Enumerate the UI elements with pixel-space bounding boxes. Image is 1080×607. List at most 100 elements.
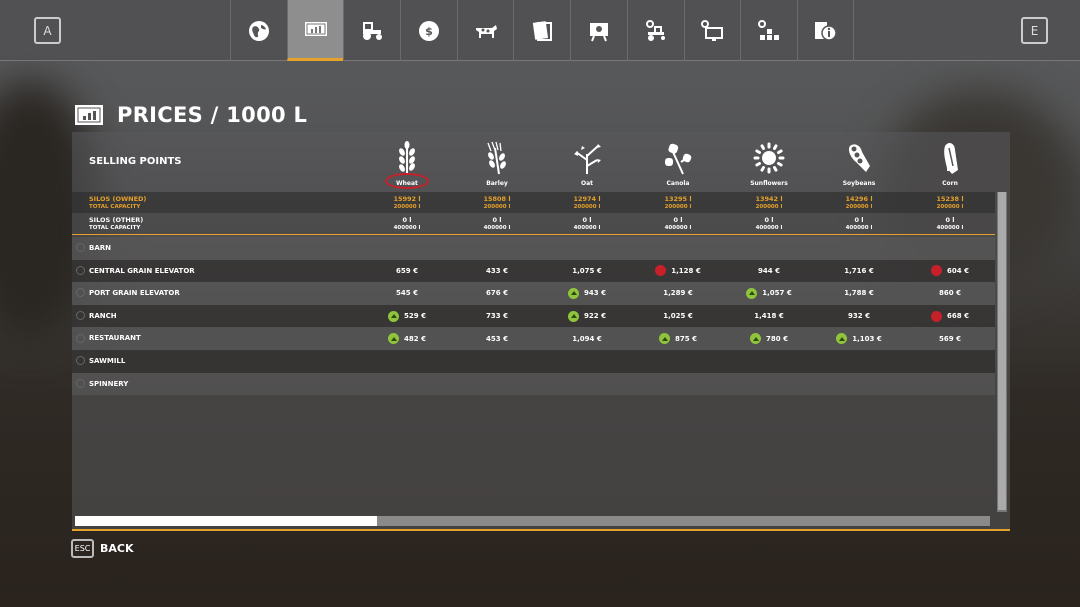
price-cell: 1,075 €: [542, 260, 632, 283]
tab-display-settings[interactable]: [683, 0, 741, 61]
selling-point-row[interactable]: PORT GRAIN ELEVATOR 545 € 676 € 943 € 1,289 …: [72, 282, 995, 305]
price-cell: 944 €: [724, 260, 814, 283]
selling-points-header: SELLING POINTS: [89, 156, 182, 167]
silo-label: SILOS (OWNED): [89, 195, 147, 203]
price-value: 569 €: [939, 334, 961, 343]
silo-amount: 0 l: [492, 216, 502, 224]
globe-icon: [248, 20, 269, 41]
price-cell: 1,025 €: [633, 305, 723, 328]
horizontal-scrollbar[interactable]: [75, 516, 990, 526]
price-value: 545 €: [396, 289, 418, 298]
silo-amount: 0 l: [402, 216, 412, 224]
price-value: 1,716 €: [844, 266, 874, 275]
trend-down-icon: [931, 265, 943, 277]
price-cell: 860 €: [905, 282, 995, 305]
tab-production[interactable]: [740, 0, 797, 61]
price-cell: 1,103 €: [814, 327, 904, 350]
expand-icon: [76, 378, 85, 388]
price-value: 932 €: [848, 312, 870, 321]
price-value: 676 €: [486, 289, 508, 298]
tab-contracts[interactable]: [513, 0, 570, 61]
tab-help-info[interactable]: [796, 0, 854, 61]
crop-name: Barley: [486, 180, 508, 187]
crop-column-corn[interactable]: Corn: [910, 140, 990, 187]
silo-amount: 15992 l: [393, 195, 421, 203]
selling-point-row[interactable]: CENTRAL GRAIN ELEVATOR 659 € 433 € 1,075 € 1…: [72, 259, 995, 283]
price-cell: 1,289 €: [633, 282, 723, 305]
silo-label: SILOS (OTHER): [89, 216, 144, 224]
price-value: 944 €: [758, 266, 780, 275]
capacity-label: TOTAL CAPACITY: [89, 225, 141, 231]
tab-tutorial-board[interactable]: [570, 0, 627, 61]
tab-vehicle-settings[interactable]: [626, 0, 684, 61]
silo-amount: 0 l: [764, 216, 774, 224]
price-cell: 453 €: [452, 327, 542, 350]
price-value: 659 €: [396, 266, 418, 275]
selling-point-row[interactable]: SAWMILL: [72, 350, 995, 373]
crop-column-barley[interactable]: Barley: [457, 140, 537, 187]
crop-column-wheat[interactable]: Wheat: [367, 140, 447, 189]
silo-capacity: 400000 l: [845, 225, 873, 231]
silo-amount: 0 l: [673, 216, 683, 224]
selling-point-row[interactable]: RANCH 529 € 733 € 922 € 1,025 € 1,418 € 932 € 6…: [72, 304, 995, 328]
price-cell: 1,788 €: [814, 282, 904, 305]
price-cell: 733 €: [452, 305, 542, 328]
price-value: 1,075 €: [572, 266, 602, 275]
price-cell: 932 €: [814, 305, 904, 328]
selling-point-name: CENTRAL GRAIN ELEVATOR: [89, 266, 195, 275]
tutorial-board-icon: [589, 22, 608, 41]
prices-table: SELLING POINTS Wheat Barley Oat Canola Sunfl…: [72, 132, 1010, 531]
price-value: 1,128 €: [671, 266, 701, 275]
price-value: 1,418 €: [754, 312, 784, 321]
tab-globe[interactable]: [230, 0, 287, 61]
price-cell: 668 €: [905, 305, 995, 328]
price-cell: 433 €: [452, 260, 542, 283]
price-cell: 943 €: [542, 282, 632, 305]
trend-up-icon: [659, 333, 671, 345]
selling-point-row[interactable]: SPINNERY: [72, 372, 995, 396]
price-value: 875 €: [675, 334, 697, 343]
tab-prices-chart[interactable]: [286, 0, 344, 61]
silo-capacity: 200000 l: [845, 204, 873, 210]
crop-column-sunflowers[interactable]: Sunflowers: [729, 140, 809, 187]
price-cell: 659 €: [362, 260, 452, 283]
next-tab-key[interactable]: E: [1021, 17, 1048, 44]
price-cell: 1,094 €: [542, 327, 632, 350]
price-cell: 676 €: [452, 282, 542, 305]
barley-icon: [487, 141, 506, 175]
corn-icon: [944, 143, 958, 174]
crop-column-oat[interactable]: Oat: [547, 140, 627, 187]
contracts-icon: [533, 20, 553, 41]
vehicle-settings-icon: [645, 19, 665, 41]
back-label: BACK: [100, 542, 134, 555]
price-cell: 780 €: [724, 327, 814, 350]
help-info-icon: [815, 21, 837, 41]
price-cell: 545 €: [362, 282, 452, 305]
vertical-scrollbar[interactable]: [997, 192, 1007, 512]
price-cell: 604 €: [905, 260, 995, 283]
price-value: 733 €: [486, 312, 508, 321]
tab-cow[interactable]: [456, 0, 514, 61]
crop-column-canola[interactable]: Canola: [638, 140, 718, 187]
money-icon: $: [418, 20, 439, 41]
vertical-scroll-thumb[interactable]: [998, 192, 1006, 510]
price-value: 433 €: [486, 266, 508, 275]
display-settings-icon: [701, 19, 724, 41]
selling-point-row[interactable]: BARN: [72, 237, 995, 260]
back-button[interactable]: ESC BACK: [71, 539, 134, 558]
prev-tab-key[interactable]: A: [34, 17, 61, 44]
trend-up-icon: [568, 310, 580, 322]
tractor-icon: [363, 21, 383, 40]
price-cell: 922 €: [542, 305, 632, 328]
tab-tractor[interactable]: [343, 0, 400, 61]
oat-icon: [574, 144, 601, 174]
price-value: 1,103 €: [852, 334, 882, 343]
silo-capacity: 200000 l: [664, 204, 692, 210]
crop-column-soybeans[interactable]: Soybeans: [819, 140, 899, 187]
silo-amount: 0 l: [582, 216, 592, 224]
horizontal-scroll-thumb[interactable]: [75, 516, 377, 526]
selling-point-row[interactable]: RESTAURANT 482 € 453 € 1,094 € 875 € 780 € 1,1…: [72, 327, 995, 350]
tab-money[interactable]: $: [400, 0, 457, 61]
silo-capacity: 200000 l: [936, 204, 964, 210]
trend-up-icon: [750, 333, 762, 345]
